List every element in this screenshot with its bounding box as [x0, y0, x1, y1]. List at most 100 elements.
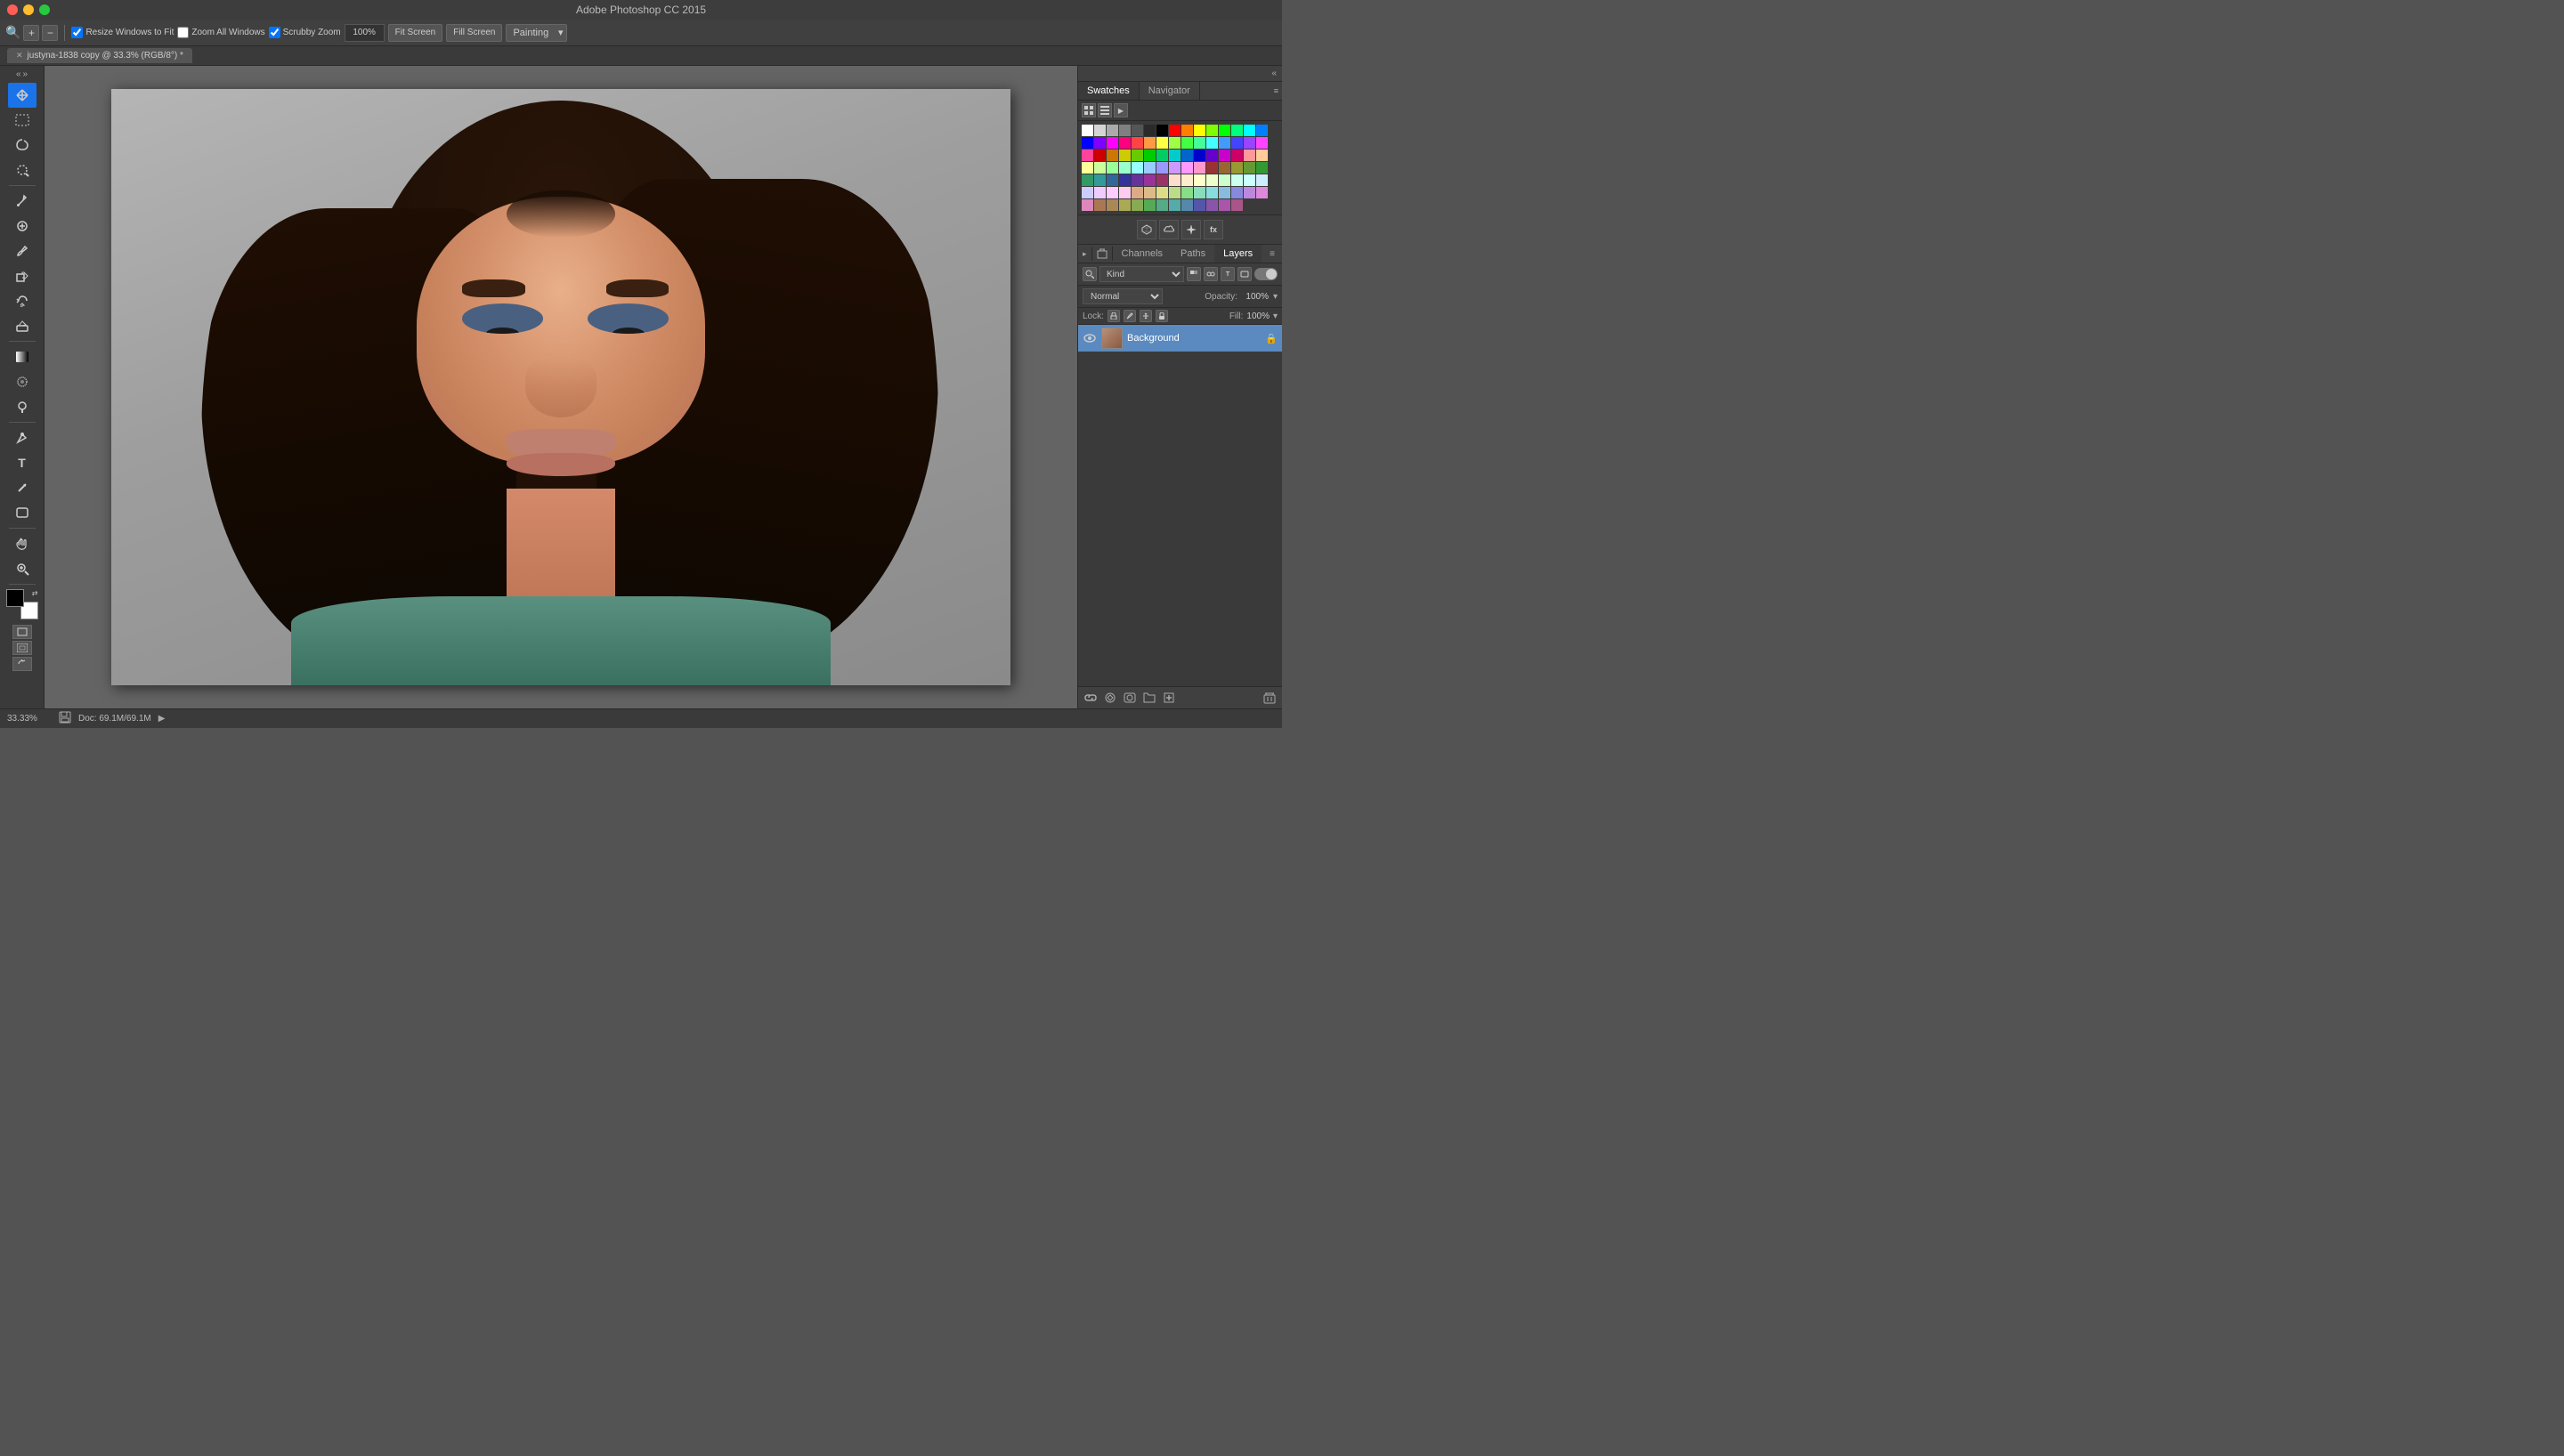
swatch-r4-13[interactable]	[1132, 187, 1143, 198]
swatch-magenta[interactable]	[1107, 137, 1118, 149]
background-layer[interactable]: Background 🔒	[1078, 325, 1282, 352]
swatches-view-icon[interactable]	[1082, 103, 1096, 117]
layers-menu-btn[interactable]: ≡	[1270, 249, 1282, 259]
swatch-r5-3[interactable]	[1119, 199, 1131, 211]
document-tab[interactable]: ✕ justyna-1838 copy @ 33.3% (RGB/8°) *	[7, 48, 192, 63]
swatch-r4-22[interactable]	[1244, 187, 1255, 198]
filter-kind-dropdown[interactable]: Kind	[1099, 266, 1184, 282]
swatch-r4-1[interactable]	[1169, 174, 1181, 186]
swatch-r4-11[interactable]	[1107, 187, 1118, 198]
swatch-mgray[interactable]	[1107, 125, 1118, 136]
opacity-value[interactable]: 100%	[1242, 292, 1269, 302]
swatch-r2-20[interactable]	[1181, 150, 1193, 161]
swatch-r4-3[interactable]	[1194, 174, 1205, 186]
swatch-r2-6[interactable]	[1194, 137, 1205, 149]
swatch-gray[interactable]	[1119, 125, 1131, 136]
tools-collapse-icon[interactable]: «	[16, 69, 21, 79]
swatch-r4-7[interactable]	[1244, 174, 1255, 186]
dodge-tool[interactable]	[8, 394, 37, 419]
workspace-dropdown[interactable]: Painting	[506, 24, 567, 42]
new-group-btn[interactable]	[1141, 691, 1157, 705]
swatch-r3-3[interactable]	[1082, 162, 1093, 174]
swatch-r2-9[interactable]	[1231, 137, 1243, 149]
swatch-r2-11[interactable]	[1256, 137, 1268, 149]
swatch-yellow-green[interactable]	[1206, 125, 1218, 136]
standard-screen-mode[interactable]	[12, 625, 32, 639]
swatch-r3-6[interactable]	[1119, 162, 1131, 174]
swatch-r5-8[interactable]	[1181, 199, 1193, 211]
fill-value[interactable]: 100%	[1246, 311, 1270, 321]
swatch-r2-8[interactable]	[1219, 137, 1230, 149]
artboard-tool[interactable]	[12, 641, 32, 655]
swatch-r5-9[interactable]	[1194, 199, 1205, 211]
swatch-r4-10[interactable]	[1094, 187, 1106, 198]
swatch-r3-16[interactable]	[1244, 162, 1255, 174]
swatch-rose[interactable]	[1119, 137, 1131, 149]
swatch-r3-5[interactable]	[1107, 162, 1118, 174]
swatch-r5-11[interactable]	[1219, 199, 1230, 211]
swatch-r5-1[interactable]	[1094, 199, 1106, 211]
maximize-button[interactable]	[39, 4, 50, 15]
swatch-r2-23[interactable]	[1219, 150, 1230, 161]
swatch-vdgray[interactable]	[1144, 125, 1156, 136]
resize-windows-check[interactable]: Resize Windows to Fit	[71, 27, 174, 38]
filter-toggle[interactable]	[1254, 268, 1278, 280]
tab-swatches[interactable]: Swatches	[1078, 82, 1140, 100]
blur-tool[interactable]	[8, 369, 37, 394]
zoom-out-btn[interactable]: −	[42, 25, 58, 41]
swatch-r4-6[interactable]	[1231, 174, 1243, 186]
swatch-r2-1[interactable]	[1132, 137, 1143, 149]
panel-trash-btn[interactable]	[1092, 247, 1113, 261]
swatch-red[interactable]	[1169, 125, 1181, 136]
swatch-black[interactable]	[1156, 125, 1168, 136]
tools-expand-icon[interactable]: »	[23, 69, 28, 79]
clone-stamp-tool[interactable]	[8, 263, 37, 288]
swatch-r4-17[interactable]	[1181, 187, 1193, 198]
new-layer-btn[interactable]	[1161, 691, 1177, 705]
swap-colors-icon[interactable]: ⇄	[32, 589, 38, 597]
fill-screen-button[interactable]: Fill Screen	[446, 24, 502, 42]
tab-layers[interactable]: Layers	[1214, 245, 1262, 263]
swatch-orange[interactable]	[1181, 125, 1193, 136]
swatch-r4-18[interactable]	[1194, 187, 1205, 198]
foreground-color[interactable]	[6, 589, 24, 607]
swatch-r5-10[interactable]	[1206, 199, 1218, 211]
tab-channels[interactable]: Channels	[1113, 245, 1172, 263]
swatch-r3-19[interactable]	[1094, 174, 1106, 186]
swatch-r5-5[interactable]	[1144, 199, 1156, 211]
fx-icon[interactable]: fx	[1204, 220, 1223, 239]
gradient-tool[interactable]	[8, 344, 37, 369]
swatch-spring[interactable]	[1231, 125, 1243, 136]
swatch-r5-2[interactable]	[1107, 199, 1118, 211]
swatch-r2-24[interactable]	[1231, 150, 1243, 161]
rotate-view-tool[interactable]	[12, 657, 32, 671]
swatch-r4-8[interactable]	[1256, 174, 1268, 186]
swatch-r4-21[interactable]	[1231, 187, 1243, 198]
swatch-r3-11[interactable]	[1181, 162, 1193, 174]
swatch-r2-21[interactable]	[1194, 150, 1205, 161]
shape-tool[interactable]	[8, 500, 37, 525]
swatch-r2-22[interactable]	[1206, 150, 1218, 161]
swatch-azure[interactable]	[1256, 125, 1268, 136]
swatch-r2-12[interactable]	[1082, 150, 1093, 161]
swatch-cyan[interactable]	[1244, 125, 1255, 136]
zoom-in-btn[interactable]: +	[23, 25, 39, 41]
minimize-button[interactable]	[23, 4, 34, 15]
swatch-green[interactable]	[1219, 125, 1230, 136]
swatch-r2-18[interactable]	[1156, 150, 1168, 161]
status-arrow[interactable]: ▶	[158, 714, 166, 724]
link-layers-btn[interactable]	[1083, 691, 1099, 705]
swatch-r4-9[interactable]	[1082, 187, 1093, 198]
swatch-r2-4[interactable]	[1169, 137, 1181, 149]
swatch-r2-16[interactable]	[1132, 150, 1143, 161]
swatch-r3-2[interactable]	[1256, 150, 1268, 161]
swatch-r4-15[interactable]	[1156, 187, 1168, 198]
brush-tool[interactable]	[8, 239, 37, 263]
history-brush-tool[interactable]	[8, 288, 37, 313]
spot-heal-tool[interactable]	[8, 214, 37, 239]
add-style-btn[interactable]	[1102, 691, 1118, 705]
delete-layer-btn[interactable]	[1262, 691, 1278, 705]
swatch-lgray[interactable]	[1094, 125, 1106, 136]
path-select-tool[interactable]	[8, 475, 37, 500]
tab-navigator[interactable]: Navigator	[1140, 82, 1200, 100]
